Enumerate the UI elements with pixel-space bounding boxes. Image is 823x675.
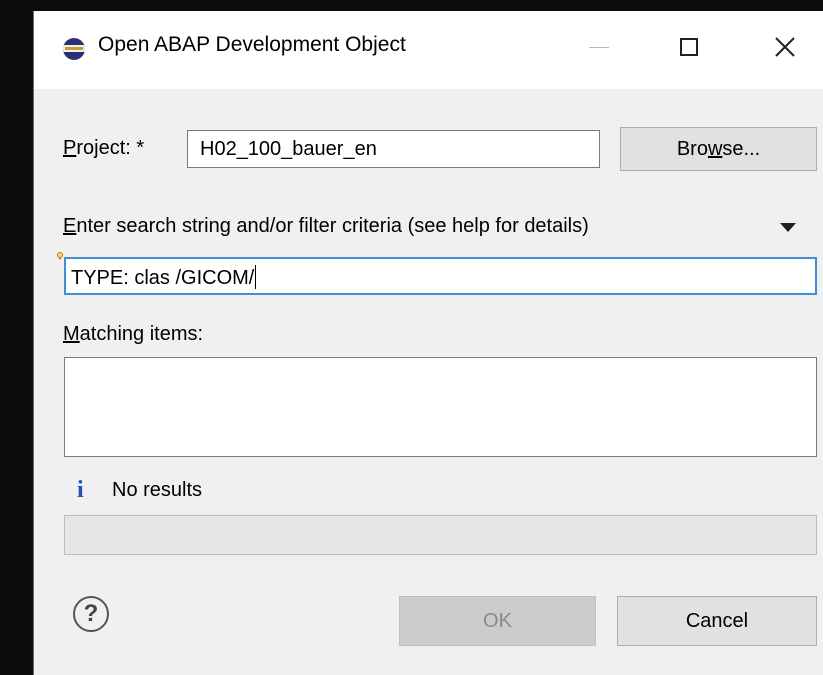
search-input[interactable]: TYPE: clas /GICOM/ xyxy=(64,257,817,295)
minimize-icon xyxy=(589,46,609,48)
matching-items-list[interactable] xyxy=(64,357,817,457)
matching-label-mnemonic: M xyxy=(63,323,80,345)
matching-items-label: Matching items: xyxy=(63,323,203,346)
search-input-text: TYPE: clas /GICOM/ xyxy=(71,267,255,289)
title-bar[interactable]: Open ABAP Development Object xyxy=(34,11,823,89)
dialog-title: Open ABAP Development Object xyxy=(98,33,406,56)
maximize-button[interactable] xyxy=(666,25,712,69)
project-label-mnemonic: P xyxy=(63,137,77,159)
project-label-text: roject: * xyxy=(76,137,145,159)
details-field xyxy=(64,515,817,555)
help-icon[interactable]: ? xyxy=(73,596,109,632)
browse-button[interactable]: Bro w se... xyxy=(620,127,817,171)
maximize-icon xyxy=(680,38,698,56)
browse-label-post: se... xyxy=(722,137,761,160)
matching-label-text: atching items: xyxy=(79,323,204,345)
minimize-button[interactable] xyxy=(576,25,622,69)
eclipse-icon xyxy=(63,38,85,60)
project-label: Project: * xyxy=(63,137,144,160)
cancel-button[interactable]: Cancel xyxy=(617,596,817,646)
search-label-mnemonic: E xyxy=(63,215,77,237)
search-input-value: TYPE: clas /GICOM/ xyxy=(71,265,257,290)
search-label-text: nter search string and/or filter criteri… xyxy=(76,215,589,237)
ok-button[interactable]: OK xyxy=(399,596,596,646)
info-icon: i xyxy=(77,477,84,503)
browse-label-pre: Bro xyxy=(676,137,708,160)
search-label: Enter search string and/or filter criter… xyxy=(63,215,589,238)
chevron-down-icon[interactable] xyxy=(780,223,796,232)
project-input[interactable]: H02_100_bauer_en xyxy=(187,130,600,168)
close-button[interactable] xyxy=(762,25,808,69)
browse-label-mnemonic: w xyxy=(707,137,723,160)
status-text: No results xyxy=(112,479,203,501)
text-caret xyxy=(255,265,257,289)
close-icon xyxy=(775,37,795,57)
content-assist-bulb-icon xyxy=(56,252,64,260)
open-abap-object-dialog: Open ABAP Development Object Project: * … xyxy=(33,11,823,675)
